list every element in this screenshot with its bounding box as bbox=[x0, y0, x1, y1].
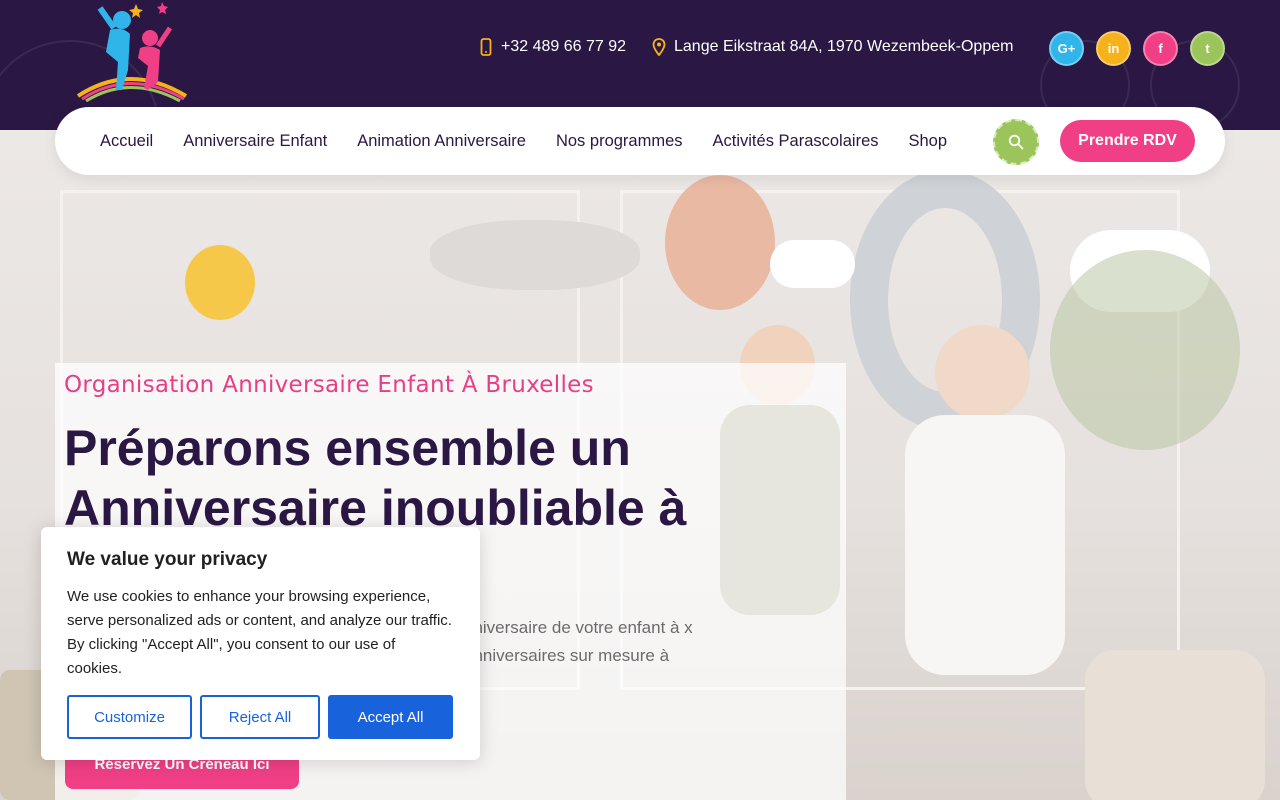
cookie-title: We value your privacy bbox=[67, 549, 268, 570]
phone-number[interactable]: +32 489 66 77 92 bbox=[501, 38, 626, 56]
bird-decor bbox=[185, 245, 255, 320]
cookie-actions: Customize Reject All Accept All bbox=[67, 695, 453, 739]
nav-item-activites-parascolaires[interactable]: Activités Parascolaires bbox=[713, 132, 879, 151]
girl-head bbox=[935, 325, 1030, 420]
map-pin-icon bbox=[652, 38, 666, 56]
site-logo[interactable] bbox=[70, 0, 190, 102]
hero-kicker: Organisation Anniversaire Enfant À Bruxe… bbox=[64, 372, 594, 398]
facebook-icon[interactable]: f bbox=[1143, 31, 1178, 66]
twitter-icon[interactable]: t bbox=[1190, 31, 1225, 66]
accept-all-button[interactable]: Accept All bbox=[328, 695, 453, 739]
girl-dress bbox=[905, 415, 1065, 675]
nav-item-animation-anniversaire[interactable]: Animation Anniversaire bbox=[357, 132, 526, 151]
customize-button[interactable]: Customize bbox=[67, 695, 192, 739]
cookie-body: We use cookies to enhance your browsing … bbox=[67, 588, 452, 677]
address-contact[interactable]: Lange Eikstraat 84A, 1970 Wezembeek-Oppe… bbox=[652, 38, 1013, 56]
main-navigation: Accueil Anniversaire Enfant Animation An… bbox=[55, 107, 1225, 175]
nav-menu: Accueil Anniversaire Enfant Animation An… bbox=[100, 132, 947, 151]
armchair bbox=[1085, 650, 1265, 800]
search-button[interactable] bbox=[993, 119, 1039, 165]
phone-contact[interactable]: +32 489 66 77 92 bbox=[479, 38, 626, 56]
prendre-rdv-button[interactable]: Prendre RDV bbox=[1060, 120, 1195, 162]
pillow-shape bbox=[430, 220, 640, 290]
google-plus-icon[interactable]: G+ bbox=[1049, 31, 1084, 66]
nav-item-anniversaire-enfant[interactable]: Anniversaire Enfant bbox=[183, 132, 327, 151]
search-icon bbox=[1008, 134, 1024, 150]
address-text[interactable]: Lange Eikstraat 84A, 1970 Wezembeek-Oppe… bbox=[674, 38, 1013, 56]
nav-item-shop[interactable]: Shop bbox=[909, 132, 948, 151]
cookie-consent-banner: We value your privacy We use cookies to … bbox=[41, 527, 480, 760]
social-links: G+ in f t bbox=[1049, 31, 1225, 66]
cloud-decor bbox=[770, 240, 855, 288]
linkedin-icon[interactable]: in bbox=[1096, 31, 1131, 66]
reject-all-button[interactable]: Reject All bbox=[200, 695, 320, 739]
nav-item-nos-programmes[interactable]: Nos programmes bbox=[556, 132, 683, 151]
balloon-peach bbox=[665, 175, 775, 310]
mobile-phone-icon bbox=[480, 38, 492, 56]
nav-item-accueil[interactable]: Accueil bbox=[100, 132, 153, 151]
flower-bouquet bbox=[1050, 250, 1240, 450]
